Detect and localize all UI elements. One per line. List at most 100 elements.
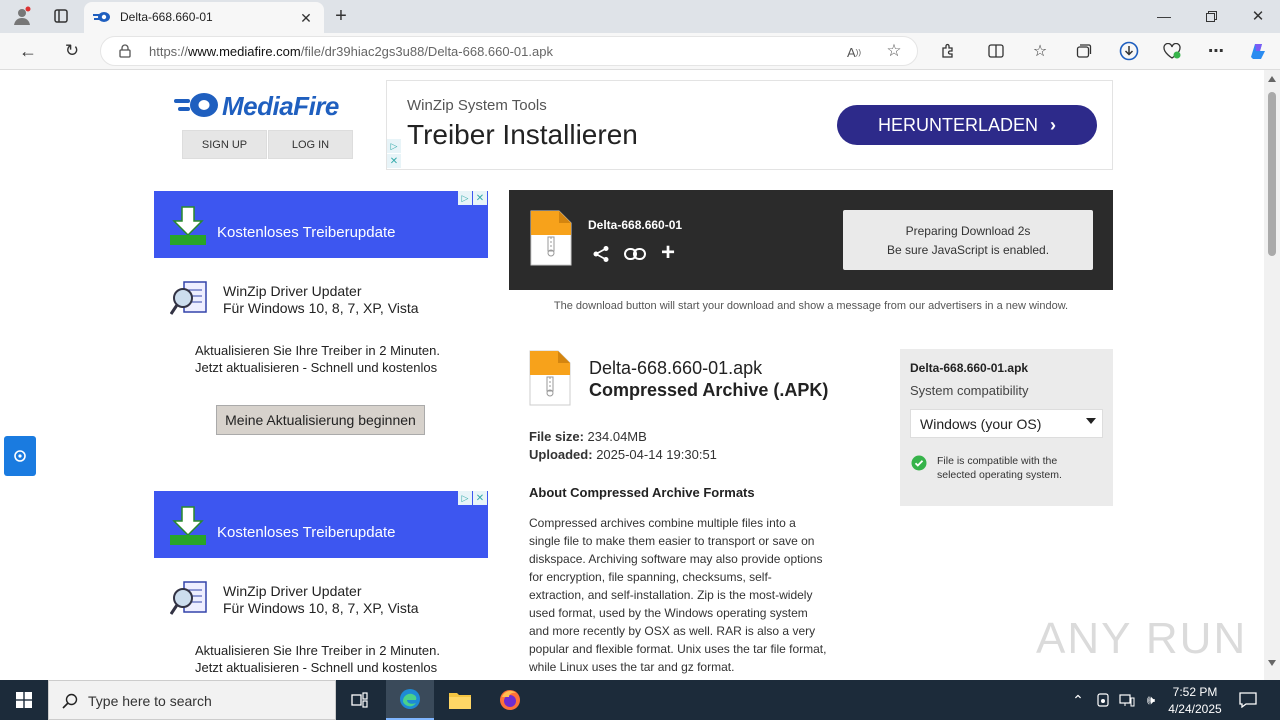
download-arrow-icon xyxy=(170,506,206,545)
archive-file-icon xyxy=(530,210,572,266)
download-file-name: Delta-668.660-01 xyxy=(588,218,683,232)
mediafire-logo[interactable]: MediaFire xyxy=(174,90,354,122)
watermark-text: ANY RUN xyxy=(1036,614,1248,663)
download-arrow-icon xyxy=(170,206,206,245)
file-size-label: File size: xyxy=(529,429,584,444)
side-ad-header: Kostenloses Treiberupdate xyxy=(154,491,488,558)
new-tab-icon[interactable]: + xyxy=(330,5,352,27)
taskbar-search-box[interactable]: Type here to search xyxy=(48,680,336,720)
browser-toolbar: ← ↻ https://www.mediafire.com/file/dr39h… xyxy=(0,33,1280,70)
share-icon[interactable] xyxy=(591,244,611,264)
scroll-down-icon[interactable] xyxy=(1268,660,1276,666)
ad-download-button[interactable]: HERUNTERLADEN › xyxy=(837,105,1097,145)
ad-close-icon[interactable]: ✕ xyxy=(473,491,487,505)
mediafire-flame-icon xyxy=(174,93,218,117)
favorite-star-icon[interactable]: ☆ xyxy=(883,41,905,61)
download-button-preparing[interactable]: Preparing Download 2s Be sure JavaScript… xyxy=(843,210,1093,270)
driver-updater-icon xyxy=(170,581,207,615)
url-prefix: https:// xyxy=(149,44,189,59)
page-scrollbar[interactable] xyxy=(1264,70,1280,680)
copy-link-icon[interactable] xyxy=(623,244,647,264)
tray-chevron-up-icon[interactable]: ⌃ xyxy=(1068,690,1088,710)
close-window-icon[interactable]: ✕ xyxy=(1244,5,1272,27)
ad-brand: WinZip System Tools xyxy=(407,97,547,114)
about-line: diskspace. Archiving software may also p… xyxy=(529,552,823,566)
compat-status-line2: selected operating system. xyxy=(937,469,1062,481)
ad-download-label: HERUNTERLADEN xyxy=(877,114,1039,135)
floating-settings-button[interactable] xyxy=(4,436,36,476)
clock-time: 7:52 PM xyxy=(1172,685,1218,699)
ad-close-icon[interactable]: ✕ xyxy=(473,191,487,205)
side-ad-1[interactable]: Kostenloses Treiberupdate ▷ ✕ WinZip Dri… xyxy=(154,191,488,471)
check-circle-icon xyxy=(911,455,927,471)
address-bar[interactable]: https://www.mediafire.com/file/dr39hiac2… xyxy=(100,36,918,66)
volume-icon[interactable]: 🕪 xyxy=(1140,690,1162,710)
tab-active[interactable]: Delta-668.660-01 ✕ xyxy=(84,2,324,33)
browser-essentials-icon[interactable] xyxy=(1160,40,1184,62)
top-banner-ad[interactable]: WinZip System Tools Treiber Installieren… xyxy=(386,80,1113,170)
file-full-name: Delta-668.660-01.apk xyxy=(589,358,763,378)
collections-icon[interactable] xyxy=(1072,40,1096,62)
profile-icon[interactable] xyxy=(8,4,36,28)
more-menu-icon[interactable]: ⋯ xyxy=(1204,40,1228,62)
os-select[interactable]: Windows (your OS) xyxy=(910,409,1103,438)
copilot-icon[interactable] xyxy=(1245,39,1271,63)
search-placeholder: Type here to search xyxy=(88,693,212,709)
driver-updater-icon xyxy=(170,281,207,315)
side-ad-line2: Jetzt aktualisieren - Schnell und kosten… xyxy=(195,360,438,375)
adchoices-icon[interactable]: ▷ xyxy=(387,139,401,153)
gear-icon xyxy=(14,450,26,462)
close-tab-icon[interactable]: ✕ xyxy=(296,8,316,28)
about-line: single file to make them easier to trans… xyxy=(529,534,815,548)
page-viewport: MediaFire SIGN UP LOG IN WinZip System T… xyxy=(0,70,1280,680)
notifications-icon[interactable] xyxy=(1234,688,1262,712)
add-to-account-icon[interactable]: + xyxy=(658,239,678,266)
log-in-button[interactable]: LOG IN xyxy=(268,130,353,159)
side-ad-header: Kostenloses Treiberupdate xyxy=(154,191,488,258)
downloads-icon[interactable] xyxy=(1117,39,1141,63)
uploaded-row: Uploaded: 2025-04-14 19:30:51 xyxy=(529,447,717,462)
file-size-row: File size: 234.04MB xyxy=(529,429,647,444)
anyrun-watermark: ANY RUN xyxy=(1036,608,1245,672)
about-title: About Compressed Archive Formats xyxy=(529,485,755,500)
edge-taskbar-icon[interactable] xyxy=(386,680,434,720)
about-line: and more recently by OSX as well. RAR is… xyxy=(529,624,816,638)
start-windows-icon[interactable] xyxy=(0,680,48,720)
url-text: https://www.mediafire.com/file/dr39hiac2… xyxy=(149,44,553,59)
side-ad-2[interactable]: Kostenloses Treiberupdate ▷ ✕ WinZip Dri… xyxy=(154,491,488,680)
network-icon[interactable] xyxy=(1116,690,1138,710)
mediafire-favicon-icon xyxy=(92,9,112,25)
file-explorer-icon[interactable] xyxy=(436,680,484,720)
adchoices-icon[interactable]: ▷ xyxy=(458,191,472,205)
file-size-value: 234.04MB xyxy=(587,429,647,444)
compat-label: System compatibility xyxy=(910,383,1029,398)
restore-icon[interactable] xyxy=(1197,5,1225,27)
tray-device-icon[interactable] xyxy=(1094,690,1112,710)
tab-actions-icon[interactable] xyxy=(48,4,74,28)
read-aloud-icon[interactable]: A)) xyxy=(843,42,865,62)
firefox-icon[interactable] xyxy=(486,680,534,720)
back-icon[interactable]: ← xyxy=(16,40,40,62)
compatibility-box: Delta-668.660-01.apk System compatibilit… xyxy=(900,349,1113,506)
scrollbar-thumb[interactable] xyxy=(1268,92,1276,256)
archive-file-icon xyxy=(529,350,571,406)
logo-text: MediaFire xyxy=(222,91,339,121)
task-view-icon[interactable] xyxy=(342,680,378,720)
uploaded-value: 2025-04-14 19:30:51 xyxy=(596,447,717,462)
scroll-up-icon[interactable] xyxy=(1268,76,1276,82)
about-text: Compressed archives combine multiple fil… xyxy=(529,514,859,676)
minimize-icon[interactable]: — xyxy=(1150,5,1178,27)
side-ad-product: WinZip Driver Updater xyxy=(223,583,362,599)
split-screen-icon[interactable] xyxy=(984,40,1008,62)
ad-headline: Treiber Installieren xyxy=(407,119,638,150)
extensions-icon[interactable] xyxy=(936,40,960,62)
side-ad-cta-button[interactable]: Meine Aktualisierung beginnen xyxy=(216,405,425,435)
about-line: used format, used by the Windows operati… xyxy=(529,606,808,620)
sign-up-button[interactable]: SIGN UP xyxy=(182,130,267,159)
favorites-icon[interactable]: ☆ xyxy=(1028,40,1052,62)
side-ad-line1: Aktualisieren Sie Ihre Treiber in 2 Minu… xyxy=(195,343,440,358)
clock[interactable]: 7:52 PM 4/24/2025 xyxy=(1162,683,1228,717)
adchoices-icon[interactable]: ▷ xyxy=(458,491,472,505)
ad-close-icon[interactable]: ✕ xyxy=(387,154,401,168)
refresh-icon[interactable]: ↻ xyxy=(60,40,84,62)
